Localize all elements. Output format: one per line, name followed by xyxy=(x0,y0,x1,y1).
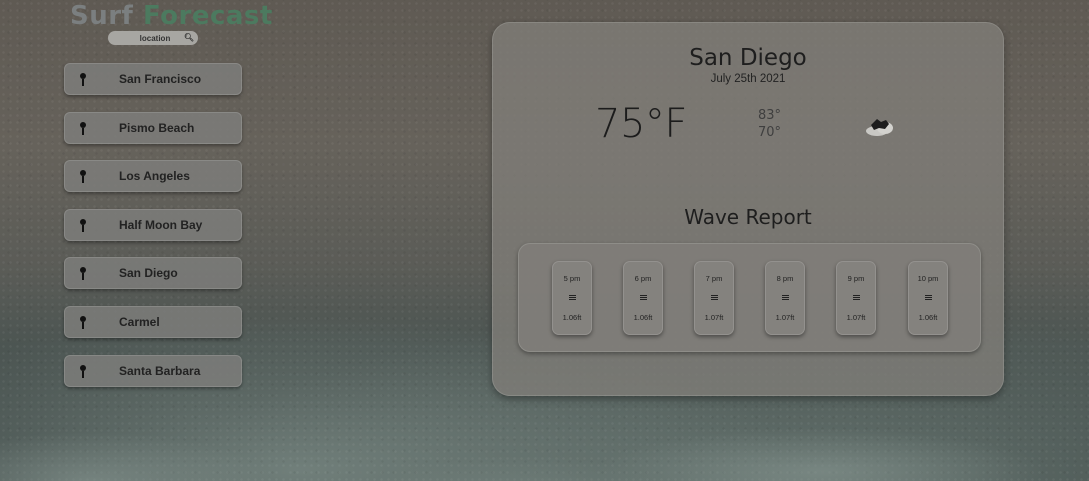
cloud-icon xyxy=(866,119,893,136)
map-pin-icon xyxy=(80,218,86,232)
location-item-santa-barbara[interactable]: Santa Barbara xyxy=(64,354,242,387)
map-pin-icon xyxy=(80,73,86,86)
waves-icon xyxy=(711,295,718,300)
wave-slot: 8 pm 1.07ft xyxy=(765,261,805,335)
location-item-pismo-beach[interactable]: Pismo Beach xyxy=(64,111,242,144)
location-item-san-francisco[interactable]: San Francisco xyxy=(64,63,242,95)
wave-slot-height: 1.06ft xyxy=(918,313,938,322)
wave-slot: 7 pm 1.07ft xyxy=(694,261,734,335)
current-temperature: 75°F xyxy=(595,101,687,147)
selected-city-name: San Diego xyxy=(689,45,807,71)
location-label: Carmel xyxy=(119,314,160,329)
wave-slot-time: 7 pm xyxy=(705,274,723,283)
wave-report-container: 5 pm 1.06ft 6 pm 1.06ft 7 pm 1.07ft 8 pm… xyxy=(518,243,981,352)
location-label: Los Angeles xyxy=(119,169,190,184)
waves-icon xyxy=(853,295,860,300)
wave-slot: 9 pm 1.07ft xyxy=(836,261,876,335)
wave-slot-time: 10 pm xyxy=(917,274,939,283)
location-item-half-moon-bay[interactable]: Half Moon Bay xyxy=(64,208,242,241)
location-label: Pismo Beach xyxy=(119,120,195,135)
location-label: Half Moon Bay xyxy=(119,217,203,232)
waves-icon xyxy=(569,295,576,300)
wave-slot-height: 1.06ft xyxy=(633,313,653,322)
waves-icon xyxy=(782,295,789,300)
location-label: San Diego xyxy=(119,266,178,281)
location-label: Santa Barbara xyxy=(119,363,201,378)
search-placeholder: location xyxy=(139,33,171,43)
logo-word-surf: Surf xyxy=(70,1,134,31)
wave-report-title: Wave Report xyxy=(684,205,812,229)
wave-slot-height: 1.06ft xyxy=(562,313,582,322)
location-item-los-angeles[interactable]: Los Angeles xyxy=(64,160,242,193)
map-pin-icon xyxy=(80,364,86,378)
wave-slot-time: 8 pm xyxy=(776,274,794,283)
wave-slot-time: 5 pm xyxy=(563,274,581,283)
app-logo: Surf Forecast xyxy=(70,1,273,31)
location-label: San Francisco xyxy=(119,72,202,86)
wave-slot: 10 pm 1.06ft xyxy=(908,261,948,335)
wave-slot-height: 1.07ft xyxy=(704,313,724,322)
location-item-san-diego[interactable]: San Diego xyxy=(64,257,242,290)
map-pin-icon xyxy=(80,315,86,329)
high-temperature: 83° xyxy=(758,108,782,123)
forecast-date: July 25th 2021 xyxy=(710,73,786,85)
location-item-carmel[interactable]: Carmel xyxy=(64,305,242,338)
low-temperature: 70° xyxy=(758,125,782,140)
search-icon[interactable]: 🔍︎ xyxy=(184,33,194,42)
map-pin-icon xyxy=(80,170,86,184)
forecast-panel: San Diego July 25th 2021 75°F 83° 70° Wa… xyxy=(492,22,1004,396)
wave-slot-height: 1.07ft xyxy=(775,313,795,322)
map-pin-icon xyxy=(80,121,86,135)
map-pin-icon xyxy=(80,267,86,281)
wave-slot: 6 pm 1.06ft xyxy=(623,261,663,335)
wave-slot-time: 9 pm xyxy=(847,274,865,283)
location-list: San Francisco Pismo Beach Los Angeles Ha… xyxy=(64,63,242,403)
logo-word-forecast: Forecast xyxy=(142,1,273,31)
wave-slot-time: 6 pm xyxy=(634,274,652,283)
wave-slot-height: 1.07ft xyxy=(846,313,866,322)
waves-icon xyxy=(925,295,932,300)
wave-slot: 5 pm 1.06ft xyxy=(552,261,592,335)
location-search-input[interactable]: location 🔍︎ xyxy=(108,31,198,45)
waves-icon xyxy=(640,295,647,300)
